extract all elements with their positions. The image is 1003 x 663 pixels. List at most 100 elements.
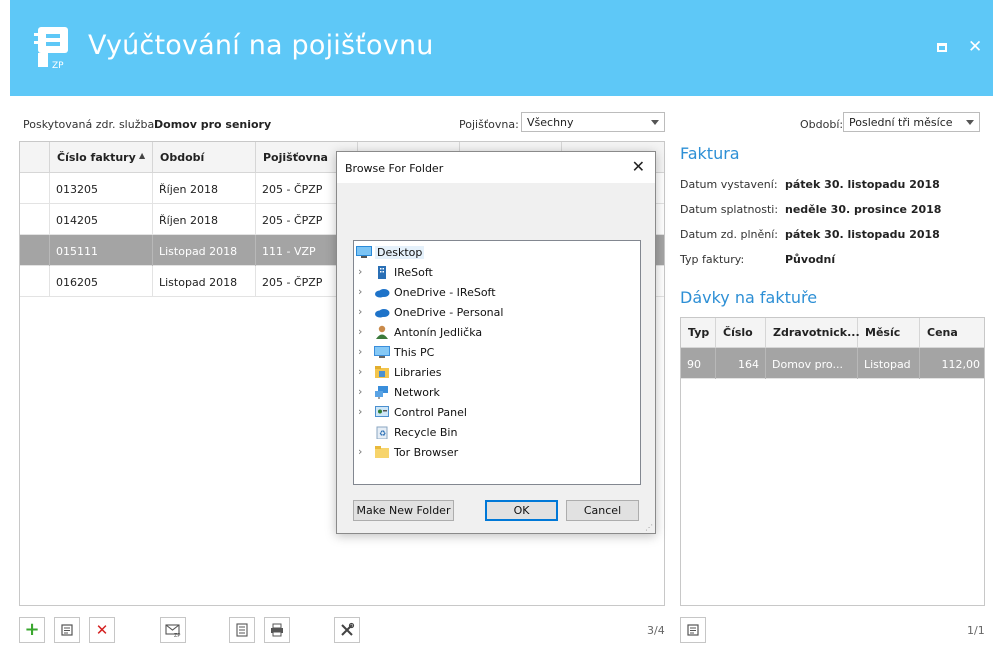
- chevron-right-icon[interactable]: ›: [358, 325, 362, 338]
- column-header-price[interactable]: Cena: [920, 318, 984, 348]
- grid-header: Typ Číslo Zdravotnick... Měsíc Cena: [681, 318, 984, 348]
- row-indicator: [20, 173, 50, 204]
- recycle-bin-icon: ♻: [376, 426, 388, 439]
- edit-button[interactable]: [54, 617, 80, 643]
- cell-number: 164: [716, 348, 766, 379]
- delete-button[interactable]: ✕: [89, 617, 115, 643]
- document-button[interactable]: [229, 617, 255, 643]
- cancel-button[interactable]: Cancel: [566, 500, 639, 521]
- tree-item-onedrive-iresoft[interactable]: › OneDrive - IReSoft: [354, 282, 640, 302]
- maximize-icon[interactable]: [937, 43, 947, 52]
- invoices-pager: 3/4: [647, 624, 665, 637]
- tree-item-tor-browser[interactable]: › Tor Browser: [354, 442, 640, 462]
- tree-item-control-panel[interactable]: › Control Panel: [354, 402, 640, 422]
- edit-icon: [687, 624, 699, 636]
- tree-item-desktop[interactable]: Desktop: [354, 242, 640, 262]
- column-header-number[interactable]: Číslo faktury ▲: [50, 142, 153, 173]
- chevron-right-icon[interactable]: ›: [358, 445, 362, 458]
- batches-section-title: Dávky na faktuře: [680, 288, 818, 307]
- column-header-period[interactable]: Období: [153, 142, 256, 173]
- chevron-right-icon[interactable]: ›: [358, 305, 362, 318]
- table-row-selected[interactable]: 90 164 Domov pro... Listopad 112,00: [681, 348, 984, 379]
- resize-grip-icon[interactable]: ⋰: [645, 523, 653, 532]
- logo-text: ZP: [52, 61, 64, 71]
- tools-icon: [341, 622, 355, 636]
- chevron-right-icon[interactable]: ›: [358, 265, 362, 278]
- insurer-select[interactable]: Všechny: [521, 112, 665, 132]
- chevron-right-icon[interactable]: ›: [358, 365, 362, 378]
- document-icon: [236, 623, 248, 637]
- service-label: Poskytovaná zdr. služba:: [23, 118, 158, 131]
- tree-item-recycle-bin[interactable]: ♻ Recycle Bin: [354, 422, 640, 442]
- print-button[interactable]: [264, 617, 290, 643]
- period-select[interactable]: Poslední tři měsíce: [843, 112, 980, 132]
- invoice-type-label: Typ faktury:: [680, 253, 745, 266]
- close-icon[interactable]: ✕: [632, 157, 645, 176]
- folder-tree[interactable]: Desktop › IReSoft › OneDrive - IReSoft ›…: [353, 240, 641, 485]
- chevron-right-icon[interactable]: ›: [358, 285, 362, 298]
- add-button[interactable]: +: [19, 617, 45, 643]
- invoice-type-value: Původní: [785, 253, 836, 266]
- column-header-label: Číslo faktury: [57, 151, 136, 164]
- chevron-down-icon: [966, 120, 974, 125]
- control-panel-icon: [375, 406, 389, 417]
- sort-ascending-icon: ▲: [139, 151, 146, 160]
- computer-icon: [374, 346, 390, 358]
- network-icon: [375, 386, 388, 399]
- tree-item-label: Control Panel: [394, 406, 467, 419]
- chevron-right-icon[interactable]: ›: [358, 385, 362, 398]
- send-zp-button[interactable]: ZP: [160, 617, 186, 643]
- row-indicator-header: [20, 142, 50, 173]
- cloud-icon: [375, 309, 390, 318]
- settings-button[interactable]: [334, 617, 360, 643]
- make-new-folder-button[interactable]: Make New Folder: [353, 500, 454, 521]
- tree-item-iresoft[interactable]: › IReSoft: [354, 262, 640, 282]
- envelope-zp-icon: ZP: [165, 624, 180, 639]
- batch-edit-button[interactable]: [680, 617, 706, 643]
- issue-date-value: pátek 30. listopadu 2018: [785, 178, 940, 191]
- cell-number: 013205: [50, 173, 153, 204]
- tree-item-this-pc[interactable]: › This PC: [354, 342, 640, 362]
- cell-month: Listopad: [858, 348, 920, 379]
- desktop-icon: [356, 246, 372, 258]
- cell-period: Listopad 2018: [153, 235, 256, 266]
- tree-item-label: OneDrive - Personal: [394, 306, 504, 319]
- print-icon: [271, 623, 283, 637]
- tree-item-label: OneDrive - IReSoft: [394, 286, 496, 299]
- row-indicator: [20, 204, 50, 235]
- tree-item-user[interactable]: › Antonín Jedlička: [354, 322, 640, 342]
- delete-icon: ✕: [95, 621, 109, 639]
- tree-item-onedrive-personal[interactable]: › OneDrive - Personal: [354, 302, 640, 322]
- column-header-month[interactable]: Měsíc: [858, 318, 920, 348]
- dialog-title-bar[interactable]: Browse For Folder ✕: [337, 152, 655, 183]
- batches-grid[interactable]: Typ Číslo Zdravotnick... Měsíc Cena 90 1…: [680, 317, 985, 606]
- insurer-label: Pojišťovna:: [459, 118, 519, 131]
- period-label: Období:: [800, 118, 844, 131]
- cell-number: 016205: [50, 266, 153, 297]
- insurer-select-value: Všechny: [527, 116, 574, 129]
- title-bar: ZP Vyúčtování na pojišťovnu ✕: [10, 0, 993, 96]
- due-date-label: Datum splatnosti:: [680, 203, 779, 216]
- column-header-label: Období: [160, 151, 205, 164]
- tree-item-network[interactable]: › Network: [354, 382, 640, 402]
- issue-date-label: Datum vystavení:: [680, 178, 778, 191]
- supply-date-value: pátek 30. listopadu 2018: [785, 228, 940, 241]
- tree-item-label: Network: [394, 386, 440, 399]
- batches-pager: 1/1: [967, 624, 985, 637]
- dialog-title: Browse For Folder: [345, 162, 444, 175]
- cell-period: Říjen 2018: [153, 204, 256, 235]
- close-icon[interactable]: ✕: [968, 37, 982, 57]
- tree-item-label: IReSoft: [394, 266, 433, 279]
- tree-item-label: Desktop: [375, 246, 425, 259]
- user-icon: [376, 325, 388, 339]
- tree-item-label: Tor Browser: [394, 446, 459, 459]
- chevron-right-icon[interactable]: ›: [358, 405, 362, 418]
- ok-button[interactable]: OK: [485, 500, 558, 521]
- column-header-number[interactable]: Číslo: [716, 318, 766, 348]
- column-header-type[interactable]: Typ: [681, 318, 716, 348]
- supply-date-label: Datum zd. plnění:: [680, 228, 778, 241]
- libraries-icon: [375, 366, 389, 378]
- column-header-facility[interactable]: Zdravotnick...: [766, 318, 860, 348]
- chevron-right-icon[interactable]: ›: [358, 345, 362, 358]
- tree-item-libraries[interactable]: › Libraries: [354, 362, 640, 382]
